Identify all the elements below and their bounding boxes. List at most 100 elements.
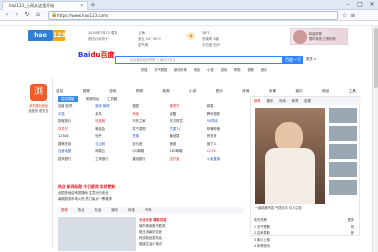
hao-logo-number[interactable]: 123 — [53, 30, 66, 41]
news-image[interactable] — [58, 217, 136, 251]
close-window-icon[interactable]: ✕ — [366, 0, 378, 10]
sub-tab[interactable]: 名站导航 — [58, 96, 78, 102]
site-link[interactable]: 斗鱼直播 — [207, 156, 244, 164]
site-link[interactable]: 百度地图 — [58, 148, 95, 156]
site-link[interactable]: 网易 — [207, 103, 244, 111]
news-tab[interactable]: 推荐 — [61, 207, 68, 214]
thumbnail[interactable] — [329, 144, 357, 159]
news-line[interactable]: 暑期旅游市场火热 热门景点一票难求 — [58, 196, 244, 202]
category-link[interactable]: 视频 — [83, 89, 90, 95]
panel-tab[interactable]: 推荐 — [251, 97, 264, 105]
new-tab-icon[interactable]: + — [90, 1, 96, 9]
category-link[interactable]: 小说 — [189, 89, 196, 95]
site-link[interactable]: 58同城 — [207, 118, 244, 126]
site-link[interactable]: QQ邮箱 — [132, 148, 169, 156]
site-link[interactable]: CCTV — [207, 148, 244, 156]
browser-tab[interactable]: hao123_上网从这里开始 ✕ — [2, 1, 88, 10]
category-link[interactable]: 新闻 — [162, 89, 169, 95]
site-link[interactable]: 汽车之家 — [132, 118, 169, 126]
maximize-icon[interactable]: □ — [354, 0, 366, 10]
site-link[interactable]: 凤凰网 — [95, 118, 132, 126]
search-button[interactable]: 百度一下 — [283, 56, 303, 64]
site-link[interactable]: 淘宝 — [132, 111, 169, 119]
baidu-logo[interactable]: Baidu百度 — [78, 51, 114, 60]
site-link[interactable]: 网易云 — [95, 148, 132, 156]
thumbnail[interactable] — [329, 162, 357, 177]
site-link[interactable]: 国美在线 — [58, 141, 95, 149]
site-link[interactable]: 163邮箱 — [170, 148, 207, 156]
site-link[interactable]: 12306 — [58, 133, 95, 141]
scrollbar-thumb[interactable] — [374, 28, 378, 88]
site-link[interactable]: 招商银行 — [58, 156, 95, 164]
site-link[interactable]: 京东 — [95, 111, 132, 119]
site-link[interactable]: 饿了么 — [207, 141, 244, 149]
menu-icon[interactable]: ≡ — [350, 12, 358, 19]
site-link[interactable]: 百度·贴吧 — [58, 103, 95, 111]
thumbnail[interactable] — [329, 126, 357, 141]
reload-icon[interactable]: ↻ — [23, 11, 31, 19]
news-tab[interactable]: 娱乐 — [111, 207, 118, 214]
site-link[interactable]: 建设银行 — [132, 156, 169, 164]
category-link[interactable]: 军事 — [269, 89, 276, 95]
site-link[interactable]: 支付宝 — [170, 156, 207, 164]
search-input[interactable]: 北京暴雨蓝色预警 上海今日多云 — [115, 56, 283, 64]
category-link[interactable]: 名站 — [56, 89, 63, 95]
site-link[interactable]: 爱奇艺 — [170, 103, 207, 111]
site-link[interactable]: 天猫 — [58, 111, 95, 119]
more-link[interactable]: 更多 > — [306, 56, 317, 61]
sub-tab[interactable]: 工具箱 — [107, 96, 117, 102]
hot-item[interactable]: 4 体育快讯 — [254, 243, 270, 250]
bottom-line[interactable]: 健康生活小常识 — [139, 241, 239, 247]
hot-list-row[interactable]: 4 体育快讯 — [254, 243, 354, 250]
site-link[interactable]: 腾讯视频 — [207, 111, 244, 119]
news-tab[interactable]: 科技 — [128, 207, 135, 214]
thumbnail[interactable] — [329, 108, 357, 123]
site-link[interactable]: 搜狐 — [132, 103, 169, 111]
site-link[interactable]: 美团 — [170, 141, 207, 149]
url-input[interactable]: 🔒 https://www.hao123.com/ — [48, 11, 338, 20]
news-tab[interactable]: 社会 — [95, 207, 102, 214]
site-link[interactable]: 当当网 — [95, 141, 132, 149]
news-tab[interactable]: 热点 — [78, 207, 85, 214]
category-link[interactable]: 财经 — [322, 89, 329, 95]
site-link[interactable]: 哔哩哔哩 — [207, 126, 244, 134]
site-link[interactable]: 亚马逊 — [132, 141, 169, 149]
site-link[interactable]: 携程旅行 — [58, 118, 95, 126]
minimize-icon[interactable]: – — [342, 0, 354, 10]
app-promo-card[interactable]: 浏 浏览器加速版 速度快 更安全 — [24, 78, 53, 248]
hot-search-links[interactable]: 热搜 天气预报 新闻头条 电影 小说 游戏 购物 视频 音乐 — [141, 67, 267, 72]
site-link[interactable]: 芒果TV — [170, 126, 207, 134]
site-link[interactable]: 知乎 — [95, 133, 132, 141]
thumbnail[interactable] — [329, 180, 357, 195]
sub-tab[interactable]: 常用网址 — [86, 96, 100, 102]
category-link[interactable]: 体育 — [242, 89, 249, 95]
category-link[interactable]: 游戏 — [109, 89, 116, 95]
scrollbar[interactable] — [372, 26, 378, 252]
panel-tab[interactable]: 体育 — [289, 97, 302, 105]
site-link[interactable]: 工商银行 — [95, 156, 132, 164]
news-tab[interactable]: 汽车 — [145, 207, 152, 214]
featured-photo[interactable] — [255, 108, 325, 204]
category-link[interactable]: 娱乐 — [295, 89, 302, 95]
category-link[interactable]: 工具 — [349, 89, 356, 95]
site-link[interactable]: 豆瓣 — [132, 133, 169, 141]
panel-tab[interactable]: 影视 — [301, 97, 314, 105]
close-tab-icon[interactable]: ✕ — [80, 2, 84, 10]
photo-caption[interactable]: 一组精美写真 气质出众 引人注目 — [255, 206, 359, 211]
back-icon[interactable]: ‹ — [3, 11, 11, 19]
site-link[interactable]: 中关村 — [58, 126, 95, 134]
site-link[interactable]: 拼多多 — [207, 133, 244, 141]
forward-icon[interactable]: › — [13, 11, 21, 19]
site-link[interactable]: 苏宁易购 — [132, 126, 169, 134]
category-link[interactable]: 购物 — [136, 89, 143, 95]
site-link[interactable]: 新浪·微博 — [95, 103, 132, 111]
hao-logo[interactable]: hao — [28, 30, 53, 41]
category-link[interactable]: 音乐 — [216, 89, 223, 95]
home-icon[interactable]: ⌂ — [34, 11, 42, 19]
site-link[interactable]: 唯品会 — [95, 126, 132, 134]
site-link[interactable]: 东方财富 — [170, 118, 207, 126]
weather-info[interactable]: 上海 多云 24~30℃ 空气良 — [138, 30, 161, 48]
ad-banner[interactable]: 精选好物 限时特惠 立即抢购 — [290, 28, 348, 45]
site-link[interactable]: 聚划算 — [170, 133, 207, 141]
panel-tab[interactable]: 时尚 — [276, 97, 289, 105]
